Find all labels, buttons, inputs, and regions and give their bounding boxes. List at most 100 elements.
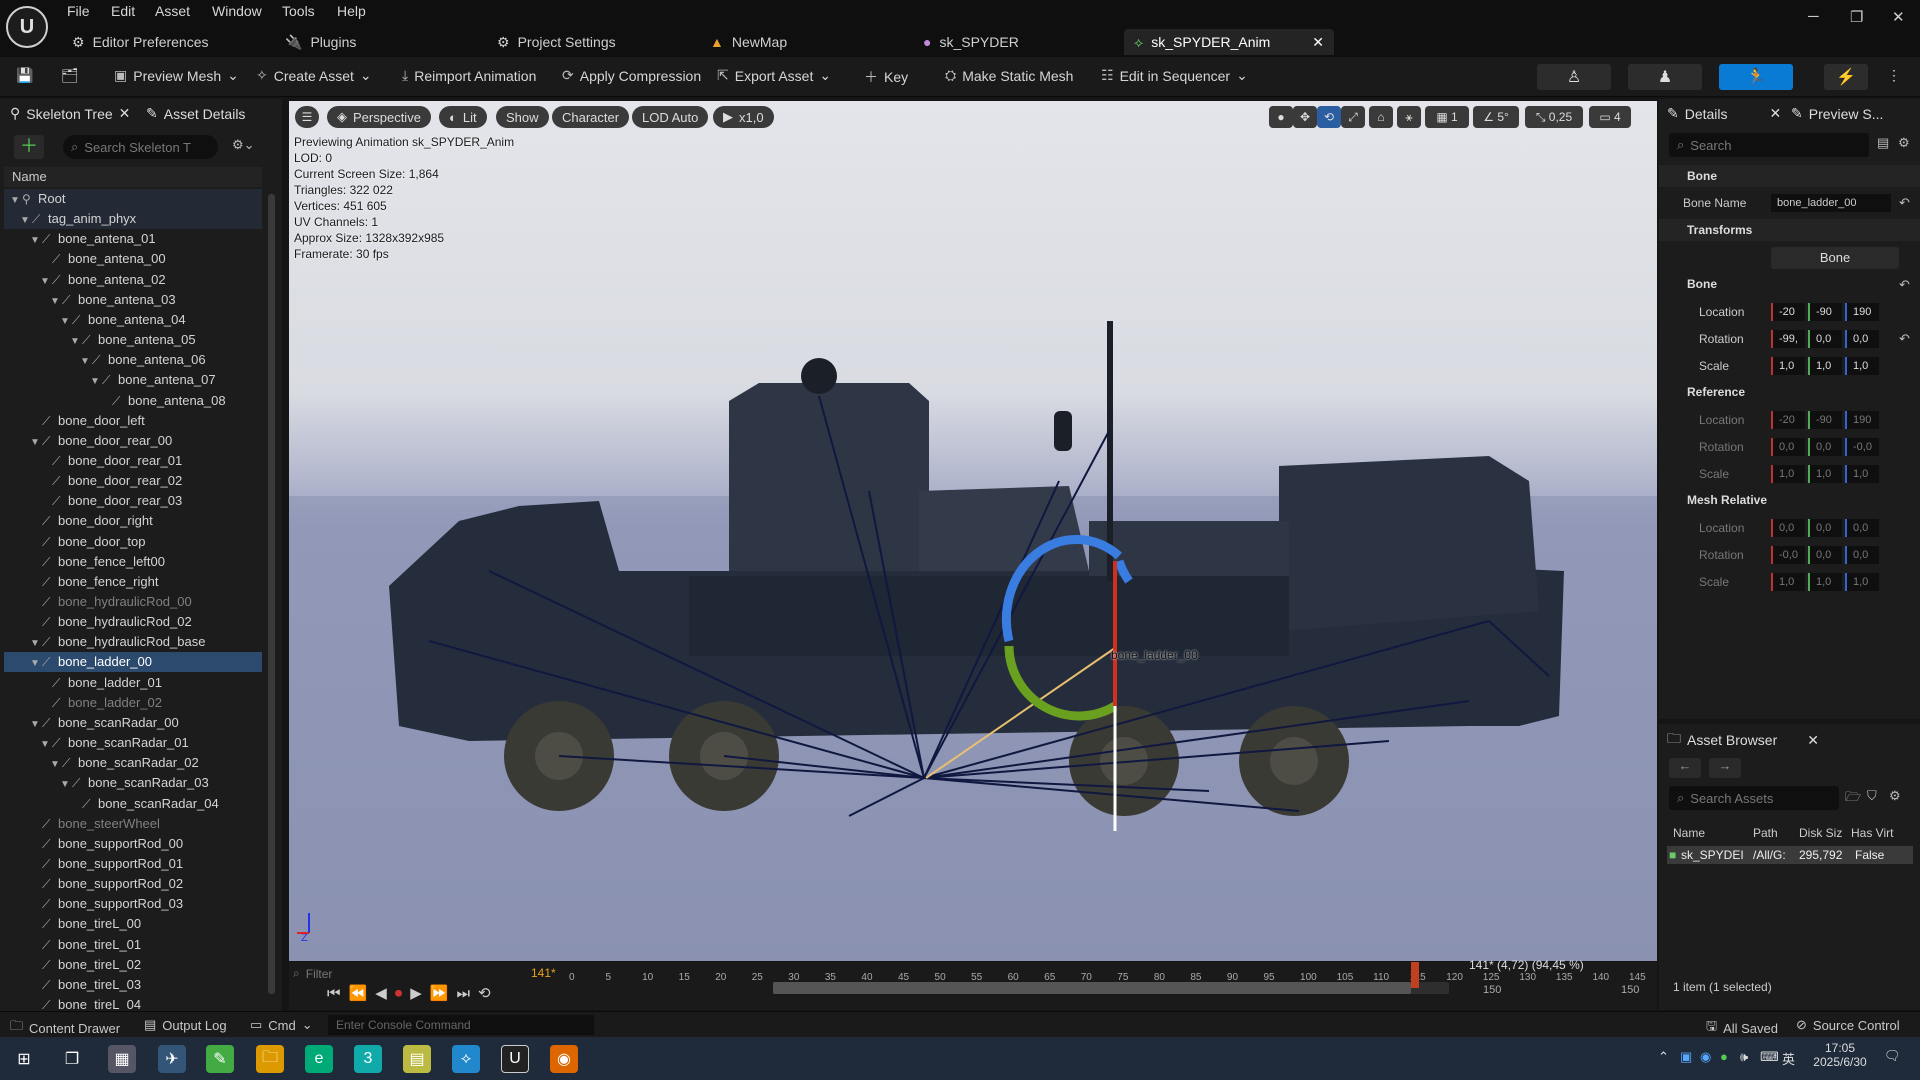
bone-tree-row[interactable]: ▼ ⟋ bone_scanRadar_01 [4,733,262,753]
bone-tree-row[interactable]: ⟋ bone_tireL_01 [4,935,262,955]
expander-icon[interactable]: ▼ [40,735,52,755]
bone-tree-row[interactable]: ⟋ bone_steerWheel [4,814,262,834]
scale-z-field[interactable]: 1,0 [1845,357,1879,375]
bone-tree-row[interactable]: ⟋ bone_antena_08 [4,391,262,411]
expander-icon[interactable]: ▼ [20,211,32,231]
blender-icon[interactable]: ◉ [550,1045,578,1073]
bone-tree-row[interactable]: ⟋ bone_door_rear_03 [4,491,262,511]
menu-tools[interactable]: Tools [282,3,315,19]
bone-tree-row[interactable]: ▼ ⟋ tag_anim_phyx [4,209,262,231]
skip-to-start-icon[interactable]: ⏮ [327,985,341,1002]
bone-tree-row[interactable]: ▼ ⟋ bone_antena_04 [4,310,262,330]
reset-arrow-icon[interactable]: ↶ [1899,277,1910,293]
expander-icon[interactable]: ▼ [30,715,42,735]
step-back-icon[interactable]: ⏪ [349,984,368,1002]
close-icon[interactable]: ✕ [1312,34,1324,51]
skip-to-end-icon[interactable]: ⏭ [457,985,471,1002]
bone-tree-row[interactable]: ⟋ bone_supportRod_02 [4,874,262,894]
all-saved-button[interactable]: 🖫 All Saved [1706,1017,1778,1039]
speaker-icon[interactable]: 🕪 [1740,1049,1748,1065]
section-transforms[interactable]: Transforms [1659,219,1920,241]
expander-icon[interactable]: ▼ [90,372,102,392]
bone-tree-row[interactable]: ▼ ⟋ bone_antena_01 [4,229,262,249]
col-has-virtual[interactable]: Has Virt [1851,826,1901,840]
expander-icon[interactable]: ▼ [30,231,42,251]
transform-mode-dropdown[interactable]: Bone [1771,247,1899,269]
expander-icon[interactable]: ▼ [10,191,22,211]
file-explorer-icon[interactable]: 🗀 [256,1045,284,1073]
bone-tree-row[interactable]: ⟋ bone_supportRod_03 [4,894,262,914]
tab-sk-spyder[interactable]: ● sk_SPYDER [913,29,1029,55]
loop-icon[interactable]: ⟲ [478,984,491,1002]
play-icon[interactable]: ▶ [410,984,422,1002]
tray-network-icon[interactable]: ◉ [1700,1049,1711,1065]
menu-file[interactable]: File [67,3,90,19]
unreal-logo-icon[interactable]: U [6,6,48,48]
timeline-filter-input[interactable]: ⌕ Filter [293,966,332,981]
bone-tree-row[interactable]: ▼ ⟋ bone_scanRadar_02 [4,753,262,773]
record-icon[interactable]: ⏺ [395,985,403,1002]
rotation-z-field[interactable]: 0,0 [1845,330,1879,348]
app-icon-4[interactable]: ▤ [403,1045,431,1073]
bone-tree-row[interactable]: ⟋ bone_tireL_02 [4,955,262,975]
section-mesh-relative[interactable]: Mesh Relative [1659,489,1920,511]
col-path[interactable]: Path [1753,826,1799,840]
app-icon-3[interactable]: 3 [354,1045,382,1073]
step-forward-icon[interactable]: ⏩ [430,984,449,1002]
bone-tree-row[interactable]: ⟋ bone_door_rear_02 [4,471,262,491]
location-y-field[interactable]: -90 [1808,303,1842,321]
menu-help[interactable]: Help [337,3,366,19]
col-disk-size[interactable]: Disk Siz [1799,826,1851,840]
expander-icon[interactable]: ▼ [30,433,42,453]
edit-in-sequencer-button[interactable]: ☷ Edit in Sequencer ⌄ [1101,67,1248,84]
close-icon[interactable]: ✕ [1807,732,1819,749]
app-icon-1[interactable]: ▦ [108,1045,136,1073]
tab-skeleton-tree[interactable]: ⚲ Skeleton Tree ✕ [10,105,130,122]
search-assets-input[interactable]: ⌕ Search Assets [1669,786,1839,810]
bone-tree-row[interactable]: ⟋ bone_supportRod_00 [4,834,262,854]
tab-sk-spyder-anim[interactable]: ⟡ sk_SPYDER_Anim ✕ [1124,29,1334,55]
bone-tree-row[interactable]: ⟋ bone_tireL_03 [4,975,262,995]
unreal-engine-taskbar-icon[interactable]: U [501,1045,529,1073]
content-drawer-button[interactable]: 🗀 Content Drawer [10,1017,120,1039]
bone-tree-row[interactable]: ▼ ⟋ bone_scanRadar_00 [4,713,262,733]
section-bone-transform[interactable]: Bone [1659,273,1920,295]
source-control-button[interactable]: ⊘ Source Control [1796,1017,1900,1033]
cmd-dropdown[interactable]: ▭ Cmd ⌄ [250,1017,313,1033]
details-search-input[interactable]: ⌕ Search [1669,133,1869,157]
section-reference[interactable]: Reference [1659,381,1920,403]
task-view-icon[interactable]: ❐ [58,1045,86,1073]
bone-tree-row[interactable]: ▼ ⟋ bone_antena_02 [4,270,262,290]
tab-newmap[interactable]: ▲ NewMap [700,29,797,55]
create-asset-button[interactable]: ✧ Create Asset ⌄ [256,67,372,84]
menu-window[interactable]: Window [212,3,262,19]
menu-asset[interactable]: Asset [155,3,190,19]
bone-tree-row[interactable]: ⟋ bone_door_left [4,411,262,431]
expander-icon[interactable]: ▼ [80,352,92,372]
expander-icon[interactable]: ▼ [50,292,62,312]
output-log-button[interactable]: ▤ Output Log [144,1017,227,1033]
menu-edit[interactable]: Edit [111,3,135,19]
reset-arrow-icon[interactable]: ↶ [1899,195,1910,211]
keyboard-icon[interactable]: ⌨ [1760,1049,1779,1065]
animation-mode-button[interactable]: 🏃 [1719,64,1793,90]
export-asset-button[interactable]: ⇱ Export Asset ⌄ [717,67,831,84]
save-icon[interactable]: 💾 [16,67,33,84]
tab-plugins[interactable]: 🔌 Plugins [275,29,366,55]
console-command-input[interactable]: Enter Console Command [328,1015,594,1035]
expander-icon[interactable]: ▼ [30,654,42,674]
playhead[interactable] [1411,962,1420,988]
bone-tree-row[interactable]: ⟋ bone_antena_00 [4,249,262,269]
scale-y-field[interactable]: 1,0 [1808,357,1842,375]
tree-scrollbar[interactable] [268,194,275,994]
preview-mesh-button[interactable]: ▣ Preview Mesh ⌄ [114,67,239,84]
bone-tree-row[interactable]: ▼ ⟋ bone_antena_06 [4,350,262,370]
tab-project-settings[interactable]: ⚙ Project Settings [487,29,626,55]
bone-name-field[interactable]: bone_ladder_00 [1771,194,1891,212]
expander-icon[interactable]: ▼ [30,634,42,654]
bone-tree-row[interactable]: ⟋ bone_tireL_00 [4,914,262,934]
settings-gear-icon[interactable]: ⚙⌄ [232,137,255,153]
scale-x-field[interactable]: 1,0 [1771,357,1805,375]
bone-tree-row[interactable]: ⟋ bone_door_rear_01 [4,451,262,471]
app-icon-2[interactable]: ✈ [158,1045,186,1073]
